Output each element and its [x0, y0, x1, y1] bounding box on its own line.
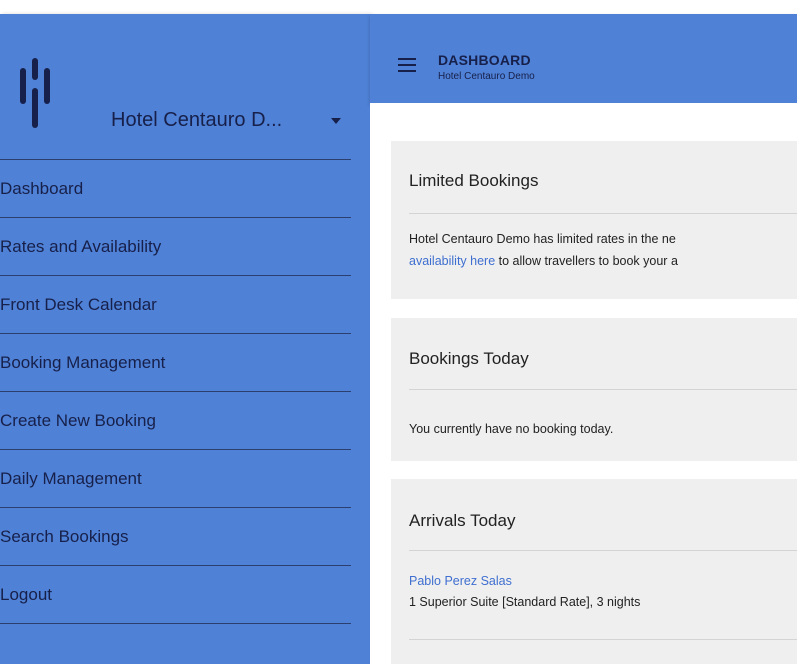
card-divider: [409, 389, 797, 390]
card-divider: [409, 213, 797, 214]
card-text: Pablo Perez Salas: [409, 571, 512, 592]
nav-item-label: Daily Management: [0, 469, 142, 488]
nav-item-logout[interactable]: Logout: [0, 566, 351, 624]
limited-text-line2: to allow travellers to book your a: [495, 254, 678, 268]
card-divider: [409, 639, 797, 640]
hamburger-menu-icon[interactable]: [398, 58, 416, 72]
guest-name-link[interactable]: Pablo Perez Salas: [409, 574, 512, 588]
card-text: availability here to allow travellers to…: [409, 251, 678, 272]
nav-item-create-new-booking[interactable]: Create New Booking: [0, 392, 351, 450]
nav-item-label: Search Bookings: [0, 527, 129, 546]
limited-text-line1: Hotel Centauro Demo has limited rates in…: [409, 232, 676, 246]
page-subtitle: Hotel Centauro Demo: [438, 71, 535, 82]
nav-item-search-bookings[interactable]: Search Bookings: [0, 508, 351, 566]
card-title: Arrivals Today: [409, 511, 516, 530]
nav-item-daily-management[interactable]: Daily Management: [0, 450, 351, 508]
nav-item-rates-availability[interactable]: Rates and Availability: [0, 218, 351, 276]
card-divider: [409, 550, 797, 551]
card-title: Bookings Today: [409, 349, 529, 368]
card-title: Limited Bookings: [409, 171, 539, 190]
brand-header: Hotel Centauro D...: [0, 14, 370, 159]
page-title: DASHBOARD: [438, 52, 531, 68]
hotel-name: Hotel Centauro D...: [111, 109, 283, 131]
sidebar-nav: Dashboard Rates and Availability Front D…: [0, 159, 351, 624]
nav-item-label: Rates and Availability: [0, 237, 162, 256]
nav-item-label: Logout: [0, 585, 52, 604]
nav-item-front-desk-calendar[interactable]: Front Desk Calendar: [0, 276, 351, 334]
arrivals-today-card: Arrivals Today Pablo Perez Salas 1 Super…: [391, 479, 797, 664]
nav-item-booking-management[interactable]: Booking Management: [0, 334, 351, 392]
hotel-selector[interactable]: Hotel Centauro D...: [111, 109, 282, 132]
hotel-logo-icon: [20, 58, 50, 128]
nav-item-label: Create New Booking: [0, 411, 156, 430]
bookings-today-card: Bookings Today You currently have no boo…: [391, 318, 797, 461]
nav-item-label: Dashboard: [0, 179, 84, 198]
caret-down-icon[interactable]: [331, 118, 341, 124]
nav-item-dashboard[interactable]: Dashboard: [0, 160, 351, 218]
arrival-details: 1 Superior Suite [Standard Rate], 3 nigh…: [409, 595, 641, 609]
main-content: Limited Bookings Hotel Centauro Demo has…: [370, 103, 797, 664]
sidebar: Hotel Centauro D... Dashboard Rates and …: [0, 14, 370, 664]
nav-item-label: Front Desk Calendar: [0, 295, 157, 314]
card-text: You currently have no booking today.: [409, 422, 614, 436]
nav-item-label: Booking Management: [0, 353, 166, 372]
top-bar: DASHBOARD Hotel Centauro Demo: [370, 14, 797, 103]
limited-bookings-card: Limited Bookings Hotel Centauro Demo has…: [391, 141, 797, 299]
card-text: Hotel Centauro Demo has limited rates in…: [409, 229, 676, 250]
availability-link[interactable]: availability here: [409, 254, 495, 268]
